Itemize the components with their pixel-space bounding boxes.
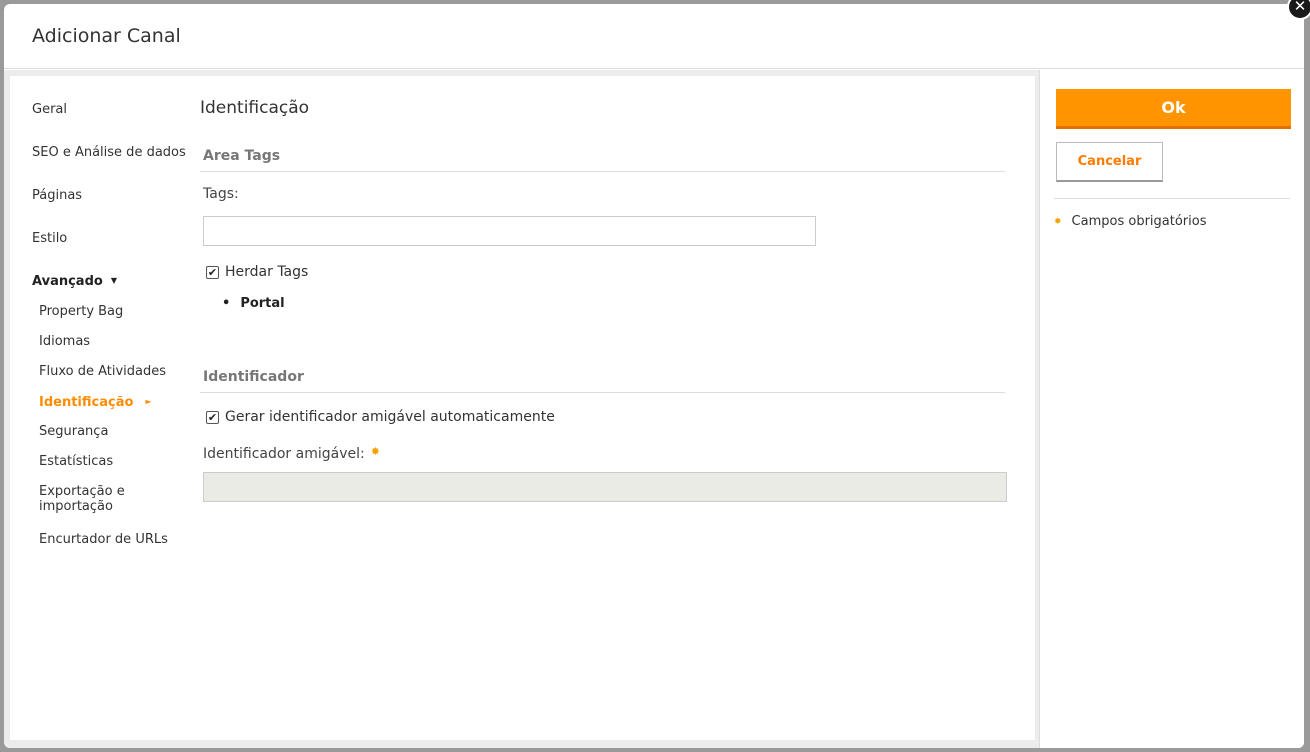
main-panel: Geral SEO e Análise de dados Páginas Est… bbox=[10, 76, 1035, 740]
tags-label: Tags: bbox=[203, 186, 239, 202]
tags-input[interactable] bbox=[203, 216, 816, 246]
nav-sub-identificacao[interactable]: Identificação ► bbox=[32, 394, 192, 424]
nav-item-paginas[interactable]: Páginas bbox=[32, 188, 192, 231]
dialog-header: Adicionar Canal bbox=[4, 4, 1304, 69]
inherit-tags-label: Herdar Tags bbox=[225, 264, 309, 280]
inherited-tags-list: Portal bbox=[200, 296, 1005, 311]
dialog-body: Geral SEO e Análise de dados Páginas Est… bbox=[4, 70, 1304, 748]
settings-nav: Geral SEO e Análise de dados Páginas Est… bbox=[32, 102, 192, 562]
ok-button[interactable]: Ok bbox=[1056, 89, 1291, 129]
friendly-identifier-input bbox=[203, 472, 1007, 502]
cancel-button[interactable]: Cancelar bbox=[1056, 142, 1163, 182]
required-fields-text: Campos obrigatórios bbox=[1071, 214, 1207, 229]
nav-sub-estatisticas[interactable]: Estatísticas bbox=[32, 454, 192, 484]
nav-item-geral[interactable]: Geral bbox=[32, 102, 192, 145]
nav-sub-seguranca[interactable]: Segurança bbox=[32, 424, 192, 454]
required-star-icon: ✸ bbox=[370, 445, 380, 458]
inherit-tags-checkbox[interactable]: ✔ bbox=[206, 265, 219, 279]
nav-item-label: Identificação bbox=[39, 395, 134, 410]
nav-sub-idiomas[interactable]: Idiomas bbox=[32, 334, 192, 364]
nav-item-estilo[interactable]: Estilo bbox=[32, 231, 192, 274]
nav-sub-encurtador[interactable]: Encurtador de URLs bbox=[32, 532, 192, 562]
list-item: Portal bbox=[222, 296, 1005, 311]
caret-down-icon: ▼ bbox=[110, 276, 117, 285]
section-title: Identificação bbox=[200, 98, 310, 118]
required-fields-note: ✸ Campos obrigatórios bbox=[1054, 214, 1206, 229]
nav-sub-fluxo-atividades[interactable]: Fluxo de Atividades bbox=[32, 364, 192, 394]
auto-identifier-label: Gerar identificador amigável automaticam… bbox=[225, 409, 555, 425]
side-divider bbox=[1054, 198, 1290, 199]
nav-item-seo[interactable]: SEO e Análise de dados bbox=[32, 145, 192, 188]
friendly-identifier-text: Identificador amigável: bbox=[203, 446, 365, 462]
inherit-tags-row[interactable]: ✔ Herdar Tags bbox=[200, 264, 1005, 280]
auto-identifier-row[interactable]: ✔ Gerar identificador amigável automatic… bbox=[200, 409, 1005, 425]
identifier-header: Identificador bbox=[200, 369, 1005, 393]
side-panel: Ok Cancelar ✸ Campos obrigatórios bbox=[1039, 70, 1304, 748]
arrow-right-icon: ► bbox=[145, 397, 152, 406]
nav-item-label: Avançado bbox=[32, 274, 103, 289]
nav-sub-exportacao[interactable]: Exportação e importação bbox=[32, 484, 142, 532]
add-channel-dialog: Adicionar Canal Geral SEO e Análise de d… bbox=[4, 4, 1304, 748]
area-tags-header: Area Tags bbox=[200, 148, 1005, 172]
content-area: Identificação Area Tags Tags: ✔ Herdar T… bbox=[200, 98, 1007, 502]
auto-identifier-checkbox[interactable]: ✔ bbox=[206, 410, 219, 424]
friendly-identifier-label: Identificador amigável: ✸ bbox=[200, 445, 1005, 462]
nav-sub-property-bag[interactable]: Property Bag bbox=[32, 304, 192, 334]
required-star-icon: ✸ bbox=[1054, 216, 1062, 227]
dialog-title: Adicionar Canal bbox=[32, 25, 181, 47]
nav-item-avancado[interactable]: Avançado ▼ bbox=[32, 274, 192, 304]
